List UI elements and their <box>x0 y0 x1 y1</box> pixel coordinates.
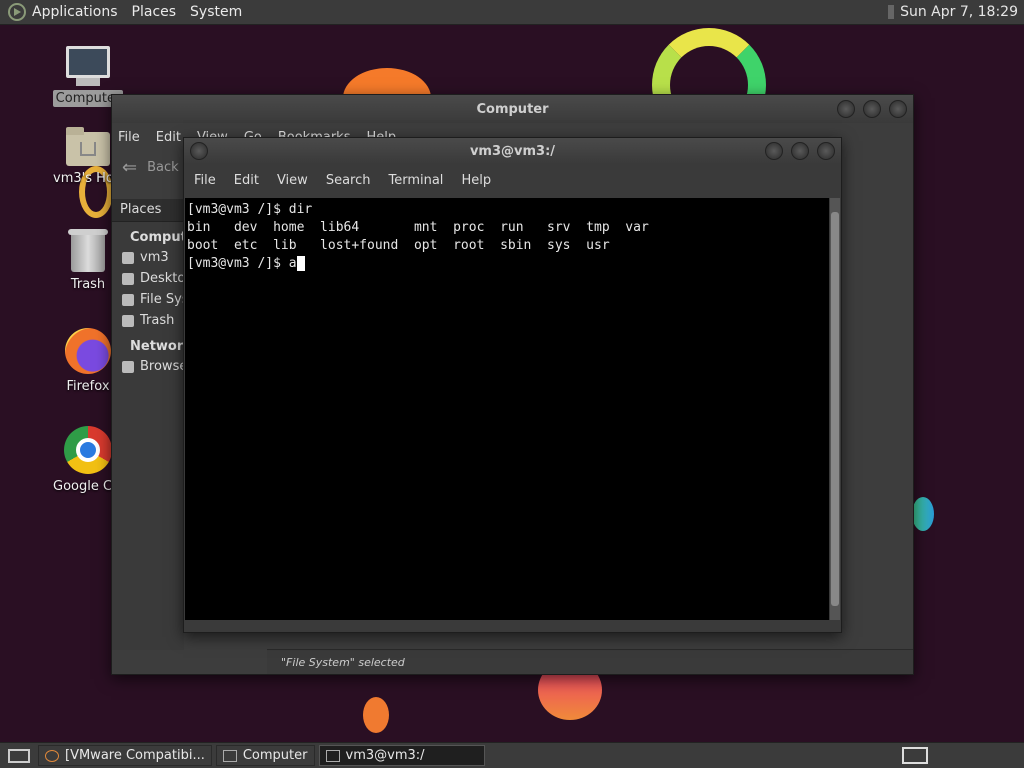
terminal-title: vm3@vm3:/ <box>469 143 556 159</box>
show-desktop-icon[interactable] <box>8 748 30 763</box>
window-titlebar[interactable]: Computer <box>112 95 913 123</box>
terminal-line: bin dev home lib64 mnt proc run srv tmp … <box>187 220 649 235</box>
sidebar-item-browse-network[interactable]: Browse Network <box>112 356 184 377</box>
sidebar-section-network: Network <box>130 339 192 354</box>
menu-edit[interactable]: Edit <box>234 173 259 188</box>
terminal-icon <box>325 749 340 762</box>
sidebar-item-desktop[interactable]: Desktop <box>112 268 184 289</box>
taskbar-item-label: [VMware Compatibi... <box>65 748 205 763</box>
terminal-prompt: [vm3@vm3 /]$ <box>187 256 289 271</box>
sidebar-item-home[interactable]: vm3 <box>112 247 184 268</box>
menu-terminal[interactable]: Terminal <box>388 173 443 188</box>
sidebar-item-trash[interactable]: Trash <box>112 310 184 331</box>
firefox-icon <box>45 749 59 762</box>
distro-logo-icon[interactable] <box>8 3 26 21</box>
terminal-titlebar[interactable]: vm3@vm3:/ <box>184 138 841 164</box>
close-button[interactable] <box>889 100 907 118</box>
back-arrow-icon[interactable]: ⇐ <box>122 157 137 178</box>
minimize-button[interactable] <box>837 100 855 118</box>
terminal-prompt-line: [vm3@vm3 /]$ a <box>187 255 827 273</box>
menu-view[interactable]: View <box>277 173 308 188</box>
terminal-line: boot etc lib lost+found opt root sbin sy… <box>187 238 610 253</box>
monitor-icon <box>66 46 110 86</box>
places-sidebar: Places Computer vm3 Desktop File System … <box>112 199 203 650</box>
panel-separator <box>888 5 895 19</box>
desktop-icon-label: Firefox <box>66 379 110 394</box>
menu-system[interactable]: System <box>190 4 242 20</box>
window-title: Computer <box>476 101 549 117</box>
taskbar-item-terminal[interactable]: vm3@vm3:/ <box>318 745 485 766</box>
menu-places[interactable]: Places <box>132 4 177 20</box>
top-panel: Applications Places System Sun Apr 7, 18… <box>0 0 1024 25</box>
terminal-cursor <box>296 256 305 271</box>
minimize-button[interactable] <box>765 142 783 160</box>
maximize-button[interactable] <box>863 100 881 118</box>
close-button[interactable] <box>817 142 835 160</box>
maximize-button[interactable] <box>791 142 809 160</box>
taskbar-item-label: Computer <box>242 748 308 763</box>
wallpaper-blob <box>912 497 934 531</box>
chrome-icon <box>64 426 112 474</box>
terminal-scrollbar[interactable] <box>830 198 840 620</box>
desktop-icon-label: Trash <box>70 277 106 292</box>
firefox-icon <box>65 328 111 374</box>
clock[interactable]: Sun Apr 7, 18:29 <box>900 4 1018 20</box>
home-folder-icon <box>66 127 110 166</box>
terminal-window: vm3@vm3:/ File Edit View Search Terminal… <box>183 137 842 633</box>
monitor-icon <box>222 749 237 762</box>
menu-help[interactable]: Help <box>461 173 491 188</box>
sidebar-item-filesystem[interactable]: File System <box>112 289 184 310</box>
terminal-input[interactable]: a <box>289 256 297 271</box>
menu-search[interactable]: Search <box>326 173 371 188</box>
workspace-switcher[interactable] <box>902 747 928 764</box>
menu-file[interactable]: File <box>118 130 140 145</box>
menu-edit[interactable]: Edit <box>156 130 181 145</box>
sidebar-section-computer: Computer <box>130 230 203 245</box>
scrollbar-thumb[interactable] <box>831 212 839 606</box>
window-menu-button[interactable] <box>190 142 208 160</box>
terminal-menubar: File Edit View Search Terminal Help <box>184 164 841 196</box>
taskbar-item-computer[interactable]: Computer <box>215 745 315 766</box>
back-button[interactable]: Back <box>147 160 179 175</box>
sidebar-header[interactable]: Places <box>112 199 184 222</box>
status-bar: "File System" selected <box>267 649 913 674</box>
taskbar-item-label: vm3@vm3:/ <box>345 748 425 763</box>
terminal-line: [vm3@vm3 /]$ dir <box>187 202 313 217</box>
bottom-panel: [VMware Compatibi... Computer vm3@vm3:/ <box>0 742 1024 768</box>
trash-icon <box>68 229 108 272</box>
menu-applications[interactable]: Applications <box>32 4 118 20</box>
wallpaper-blob <box>363 697 389 733</box>
taskbar-item-vmware[interactable]: [VMware Compatibi... <box>38 745 212 766</box>
terminal-output[interactable]: [vm3@vm3 /]$ dir bin dev home lib64 mnt p… <box>185 198 829 620</box>
menu-file[interactable]: File <box>194 173 216 188</box>
